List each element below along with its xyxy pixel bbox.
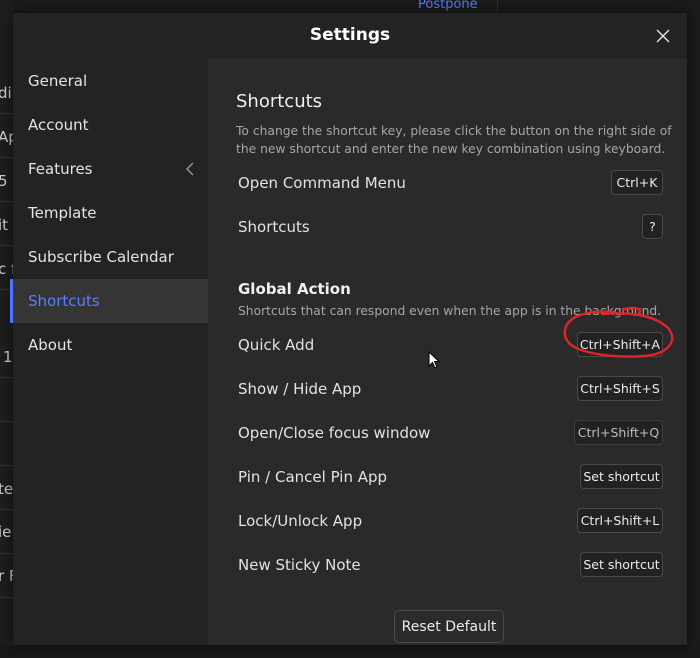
settings-sidebar: General Account Features Template Subscr… [10, 59, 208, 645]
mouse-cursor-icon [428, 351, 440, 369]
shortcut-label: Pin / Cancel Pin App [238, 468, 388, 486]
sidebar-item-account[interactable]: Account [13, 103, 208, 147]
shortcuts-panel: Shortcuts To change the shortcut key, pl… [208, 59, 687, 645]
bg-divider [0, 377, 13, 378]
sidebar-item-template[interactable]: Template [13, 191, 208, 235]
sidebar-item-label: Features [28, 160, 93, 178]
bg-text-fragment: r F [0, 567, 13, 585]
sidebar-item-about[interactable]: About [13, 323, 208, 367]
bg-text-fragment: di [0, 84, 12, 102]
global-action-title: Global Action [238, 280, 351, 298]
shortcut-label: Open/Close focus window [238, 424, 431, 442]
bg-divider [0, 509, 13, 510]
shortcut-key-button[interactable]: Ctrl+Shift+A [577, 332, 663, 357]
bg-divider [0, 421, 13, 422]
bg-text-fragment: 5 l [0, 172, 13, 190]
dialog-title: Settings [309, 25, 391, 45]
sidebar-item-label: About [28, 336, 73, 354]
section-description: To change the shortcut key, please click… [236, 124, 672, 156]
shortcut-key-button[interactable]: Ctrl+Shift+Q [574, 420, 663, 445]
global-action-description: Shortcuts that can respond even when the… [238, 304, 662, 318]
bg-divider [0, 245, 13, 246]
section-title: Shortcuts [236, 91, 323, 112]
dialog-header: Settings [13, 13, 687, 59]
sidebar-item-label: Subscribe Calendar [28, 248, 174, 266]
shortcut-label: Show / Hide App [238, 380, 362, 398]
shortcut-label: New Sticky Note [238, 556, 361, 574]
bg-text-fragment: it [0, 216, 9, 234]
shortcut-key-button[interactable]: Ctrl+K [611, 170, 663, 195]
reset-default-button[interactable]: Reset Default [394, 610, 504, 643]
bg-text-fragment: c f [0, 260, 13, 278]
bg-divider [0, 113, 13, 114]
sidebar-item-label: Shortcuts [28, 292, 100, 310]
active-indicator [10, 279, 13, 323]
shortcut-key-button[interactable]: Ctrl+Shift+L [577, 508, 663, 533]
bg-text-fragment: Ap [0, 128, 13, 146]
bg-divider [0, 553, 13, 554]
sidebar-item-general[interactable]: General [13, 59, 208, 103]
close-button[interactable] [653, 26, 673, 46]
set-shortcut-button[interactable]: Set shortcut [580, 552, 663, 577]
sidebar-item-subscribe-calendar[interactable]: Subscribe Calendar [13, 235, 208, 279]
bg-divider [0, 201, 13, 202]
bg-text-fragment: ie [0, 523, 12, 541]
shortcut-label: Open Command Menu [238, 174, 406, 192]
sidebar-item-shortcuts[interactable]: Shortcuts [10, 279, 208, 323]
bg-divider [0, 157, 13, 158]
settings-dialog: Settings General Account Features Templa… [10, 13, 687, 645]
bg-text-fragment: 1 [3, 348, 13, 366]
bg-divider [0, 465, 13, 466]
background-app-bottom [0, 645, 700, 658]
shortcut-label: Shortcuts [238, 218, 310, 236]
shortcut-key-button[interactable]: ? [642, 214, 663, 239]
shortcut-key-button[interactable]: Ctrl+Shift+S [577, 376, 663, 401]
set-shortcut-button[interactable]: Set shortcut [580, 464, 663, 489]
sidebar-item-features[interactable]: Features [13, 147, 208, 191]
sidebar-item-label: Account [28, 116, 89, 134]
bg-postpone-link[interactable]: Postpone [418, 0, 478, 12]
bg-divider [0, 597, 13, 598]
sidebar-item-label: Template [28, 204, 97, 222]
bg-text-fragment: te [0, 480, 13, 498]
background-app-panel: di Ap 5 l it c f 1 te ie r F [0, 0, 13, 658]
shortcut-label: Quick Add [238, 336, 315, 354]
sidebar-item-label: General [28, 72, 88, 90]
chevron-left-icon [186, 162, 194, 176]
shortcut-label: Lock/Unlock App [238, 512, 363, 530]
close-icon [656, 29, 670, 43]
